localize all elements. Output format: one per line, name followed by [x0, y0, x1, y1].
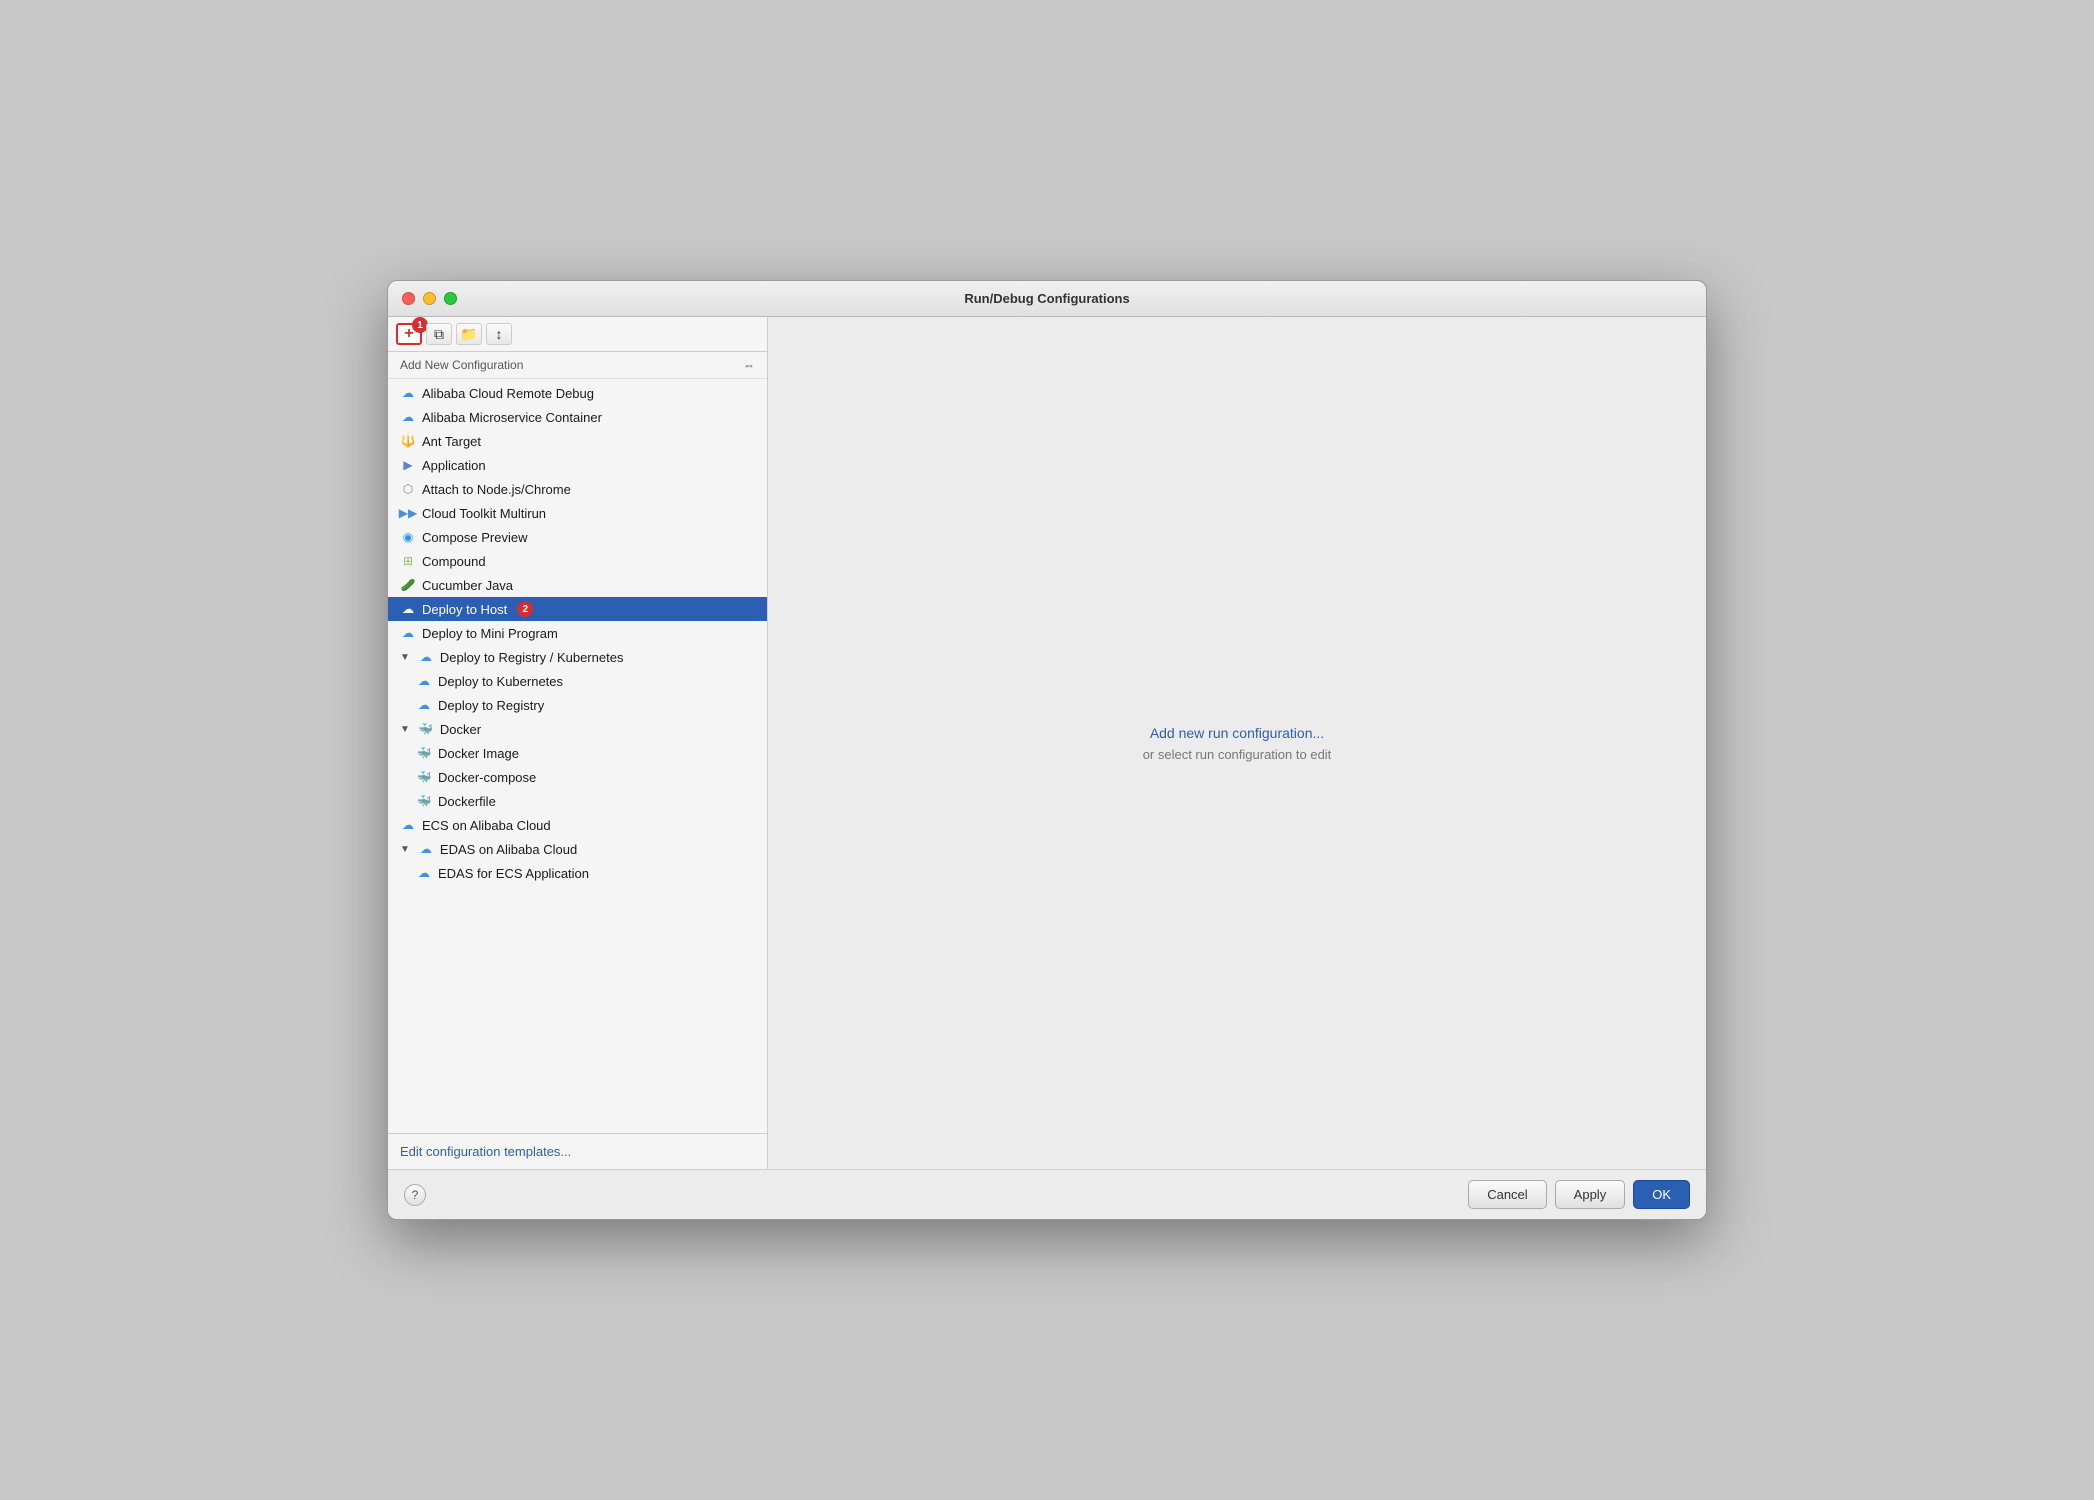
deploy-registry-group-icon: ☁ [418, 649, 434, 665]
ok-button[interactable]: OK [1633, 1180, 1690, 1209]
sort-icon: ↕ [496, 326, 503, 342]
item-label: Deploy to Registry / Kubernetes [440, 650, 624, 665]
window-title: Run/Debug Configurations [964, 291, 1129, 306]
item-label: Deploy to Host [422, 602, 507, 617]
docker-compose-icon: 🐳 [416, 769, 432, 785]
node-icon: ⬡ [400, 481, 416, 497]
app-icon: ▶ [400, 457, 416, 473]
folder-icon: 📁 [460, 326, 477, 343]
list-item[interactable]: 🥒 Cucumber Java [388, 573, 767, 597]
title-bar: Run/Debug Configurations [388, 281, 1706, 317]
item-label: Cloud Toolkit Multirun [422, 506, 546, 521]
badge-2: 2 [517, 601, 533, 617]
list-item[interactable]: 🐳 Docker-compose [388, 765, 767, 789]
ant-icon: 🔱 [400, 433, 416, 449]
list-item[interactable]: ☁ Alibaba Microservice Container [388, 405, 767, 429]
item-label: Ant Target [422, 434, 481, 449]
traffic-lights [402, 292, 457, 305]
list-item[interactable]: ☁ Alibaba Cloud Remote Debug [388, 381, 767, 405]
add-config-button[interactable]: + 1 [396, 323, 422, 345]
item-label: Compose Preview [422, 530, 528, 545]
empty-state-title[interactable]: Add new run configuration... [1143, 725, 1332, 741]
sidebar-footer: Edit configuration templates... [388, 1133, 767, 1169]
add-config-header: Add New Configuration ⇔ [388, 352, 767, 379]
copy-config-button[interactable]: ⧉ [426, 323, 452, 345]
list-item[interactable]: ☁ EDAS for ECS Application [388, 861, 767, 885]
item-label: Docker-compose [438, 770, 536, 785]
docker-image-icon: 🐳 [416, 745, 432, 761]
item-label: Deploy to Registry [438, 698, 544, 713]
item-label: Application [422, 458, 486, 473]
item-label: ECS on Alibaba Cloud [422, 818, 551, 833]
list-item[interactable]: ☁ Deploy to Kubernetes [388, 669, 767, 693]
deploy-k8s-icon: ☁ [416, 673, 432, 689]
cucumber-icon: 🥒 [400, 577, 416, 593]
list-item-docker-group[interactable]: ▼ 🐳 Docker [388, 717, 767, 741]
cancel-button[interactable]: Cancel [1468, 1180, 1546, 1209]
help-button[interactable]: ? [404, 1184, 426, 1206]
maximize-button[interactable] [444, 292, 457, 305]
compose-icon: ◉ [400, 529, 416, 545]
item-label: Attach to Node.js/Chrome [422, 482, 571, 497]
edit-templates-link[interactable]: Edit configuration templates... [400, 1144, 571, 1159]
item-label: EDAS for ECS Application [438, 866, 589, 881]
sort-config-button[interactable]: ↕ [486, 323, 512, 345]
sidebar: + 1 ⧉ 📁 ↕ Add New Configuration ⇔ [388, 317, 768, 1169]
docker-icon: 🐳 [418, 721, 434, 737]
content-area: + 1 ⧉ 📁 ↕ Add New Configuration ⇔ [388, 317, 1706, 1169]
list-item[interactable]: ☁ Deploy to Registry [388, 693, 767, 717]
empty-state-subtitle: or select run configuration to edit [1143, 747, 1332, 762]
edas-ecs-icon: ☁ [416, 865, 432, 881]
bottom-bar: ? Cancel Apply OK [388, 1169, 1706, 1219]
list-item[interactable]: ▶ Application [388, 453, 767, 477]
compound-icon: ⊞ [400, 553, 416, 569]
item-label: Alibaba Cloud Remote Debug [422, 386, 594, 401]
main-window: Run/Debug Configurations + 1 ⧉ 📁 ↕ [387, 280, 1707, 1220]
deploy-mini-icon: ☁ [400, 625, 416, 641]
list-item[interactable]: 🐳 Dockerfile [388, 789, 767, 813]
folder-config-button[interactable]: 📁 [456, 323, 482, 345]
list-item[interactable]: ⊞ Compound [388, 549, 767, 573]
apply-button[interactable]: Apply [1555, 1180, 1626, 1209]
item-label: Deploy to Mini Program [422, 626, 558, 641]
chevron-down-icon: ▼ [400, 724, 410, 735]
item-label: EDAS on Alibaba Cloud [440, 842, 577, 857]
list-item-edas-group[interactable]: ▼ ☁ EDAS on Alibaba Cloud [388, 837, 767, 861]
list-item[interactable]: 🔱 Ant Target [388, 429, 767, 453]
item-label: Cucumber Java [422, 578, 513, 593]
copy-icon: ⧉ [434, 326, 444, 343]
list-item[interactable]: ☁ ECS on Alibaba Cloud [388, 813, 767, 837]
item-label: Compound [422, 554, 486, 569]
cloud-icon: ☁ [400, 385, 416, 401]
bottom-actions: Cancel Apply OK [1468, 1180, 1690, 1209]
empty-state: Add new run configuration... or select r… [1143, 725, 1332, 762]
close-button[interactable] [402, 292, 415, 305]
chevron-down-icon: ▼ [400, 844, 410, 855]
list-item-deploy-host[interactable]: ☁ Deploy to Host 2 [388, 597, 767, 621]
list-item[interactable]: ◉ Compose Preview [388, 525, 767, 549]
edas-icon: ☁ [418, 841, 434, 857]
list-item-group[interactable]: ▼ ☁ Deploy to Registry / Kubernetes [388, 645, 767, 669]
deploy-registry-icon: ☁ [416, 697, 432, 713]
item-label: Deploy to Kubernetes [438, 674, 563, 689]
cloud-toolkit-icon: ▶▶ [400, 505, 416, 521]
config-list[interactable]: ☁ Alibaba Cloud Remote Debug ☁ Alibaba M… [388, 379, 767, 1133]
dockerfile-icon: 🐳 [416, 793, 432, 809]
item-label: Docker [440, 722, 481, 737]
item-label: Docker Image [438, 746, 519, 761]
deploy-host-icon: ☁ [400, 601, 416, 617]
minimize-button[interactable] [423, 292, 436, 305]
list-item[interactable]: ☁ Deploy to Mini Program [388, 621, 767, 645]
cloud-icon: ☁ [400, 409, 416, 425]
sidebar-toolbar: + 1 ⧉ 📁 ↕ [388, 317, 767, 352]
main-content: Add new run configuration... or select r… [768, 317, 1706, 1169]
ecs-icon: ☁ [400, 817, 416, 833]
item-label: Dockerfile [438, 794, 496, 809]
list-item[interactable]: ⬡ Attach to Node.js/Chrome [388, 477, 767, 501]
collapse-icon: ⇔ [743, 358, 755, 372]
list-item[interactable]: ▶▶ Cloud Toolkit Multirun [388, 501, 767, 525]
list-item[interactable]: 🐳 Docker Image [388, 741, 767, 765]
chevron-down-icon: ▼ [400, 652, 410, 663]
item-label: Alibaba Microservice Container [422, 410, 602, 425]
